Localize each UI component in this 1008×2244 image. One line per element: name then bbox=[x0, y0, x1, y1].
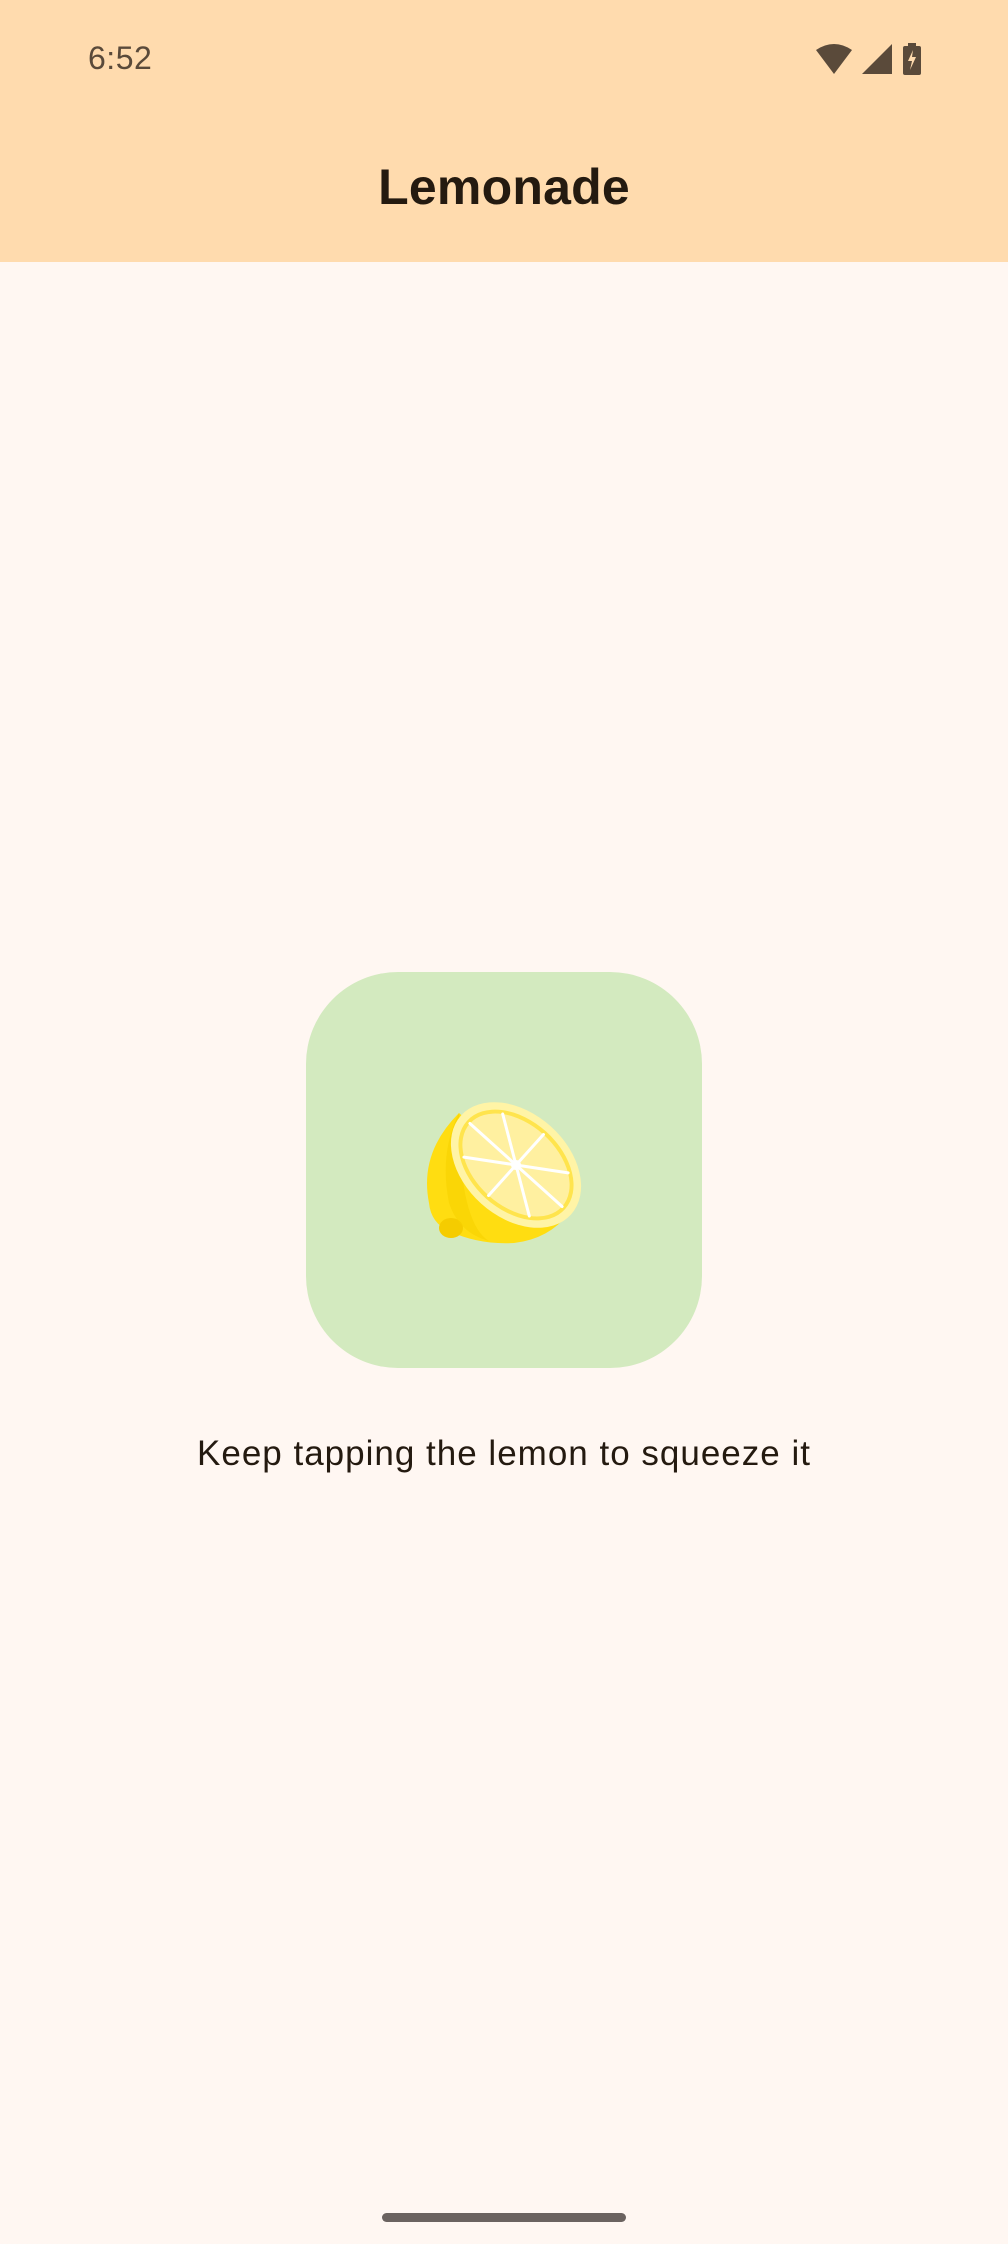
instruction-text: Keep tapping the lemon to squeeze it bbox=[197, 1434, 811, 1473]
lemon-button[interactable] bbox=[306, 972, 702, 1368]
lemon-half-icon bbox=[419, 1083, 589, 1258]
navigation-gesture-bar[interactable] bbox=[382, 2213, 626, 2222]
cellular-signal-icon bbox=[862, 44, 892, 74]
top-app-bar: 6:52 Lemonade bbox=[0, 0, 1008, 262]
wifi-icon bbox=[816, 44, 852, 74]
app-title: Lemonade bbox=[378, 159, 630, 215]
lemonade-screen: 6:52 Lemonade Keep tapping the lemon to … bbox=[0, 0, 1008, 2244]
battery-charging-icon bbox=[902, 43, 922, 75]
status-icons bbox=[816, 42, 922, 76]
status-time: 6:52 bbox=[88, 40, 153, 76]
